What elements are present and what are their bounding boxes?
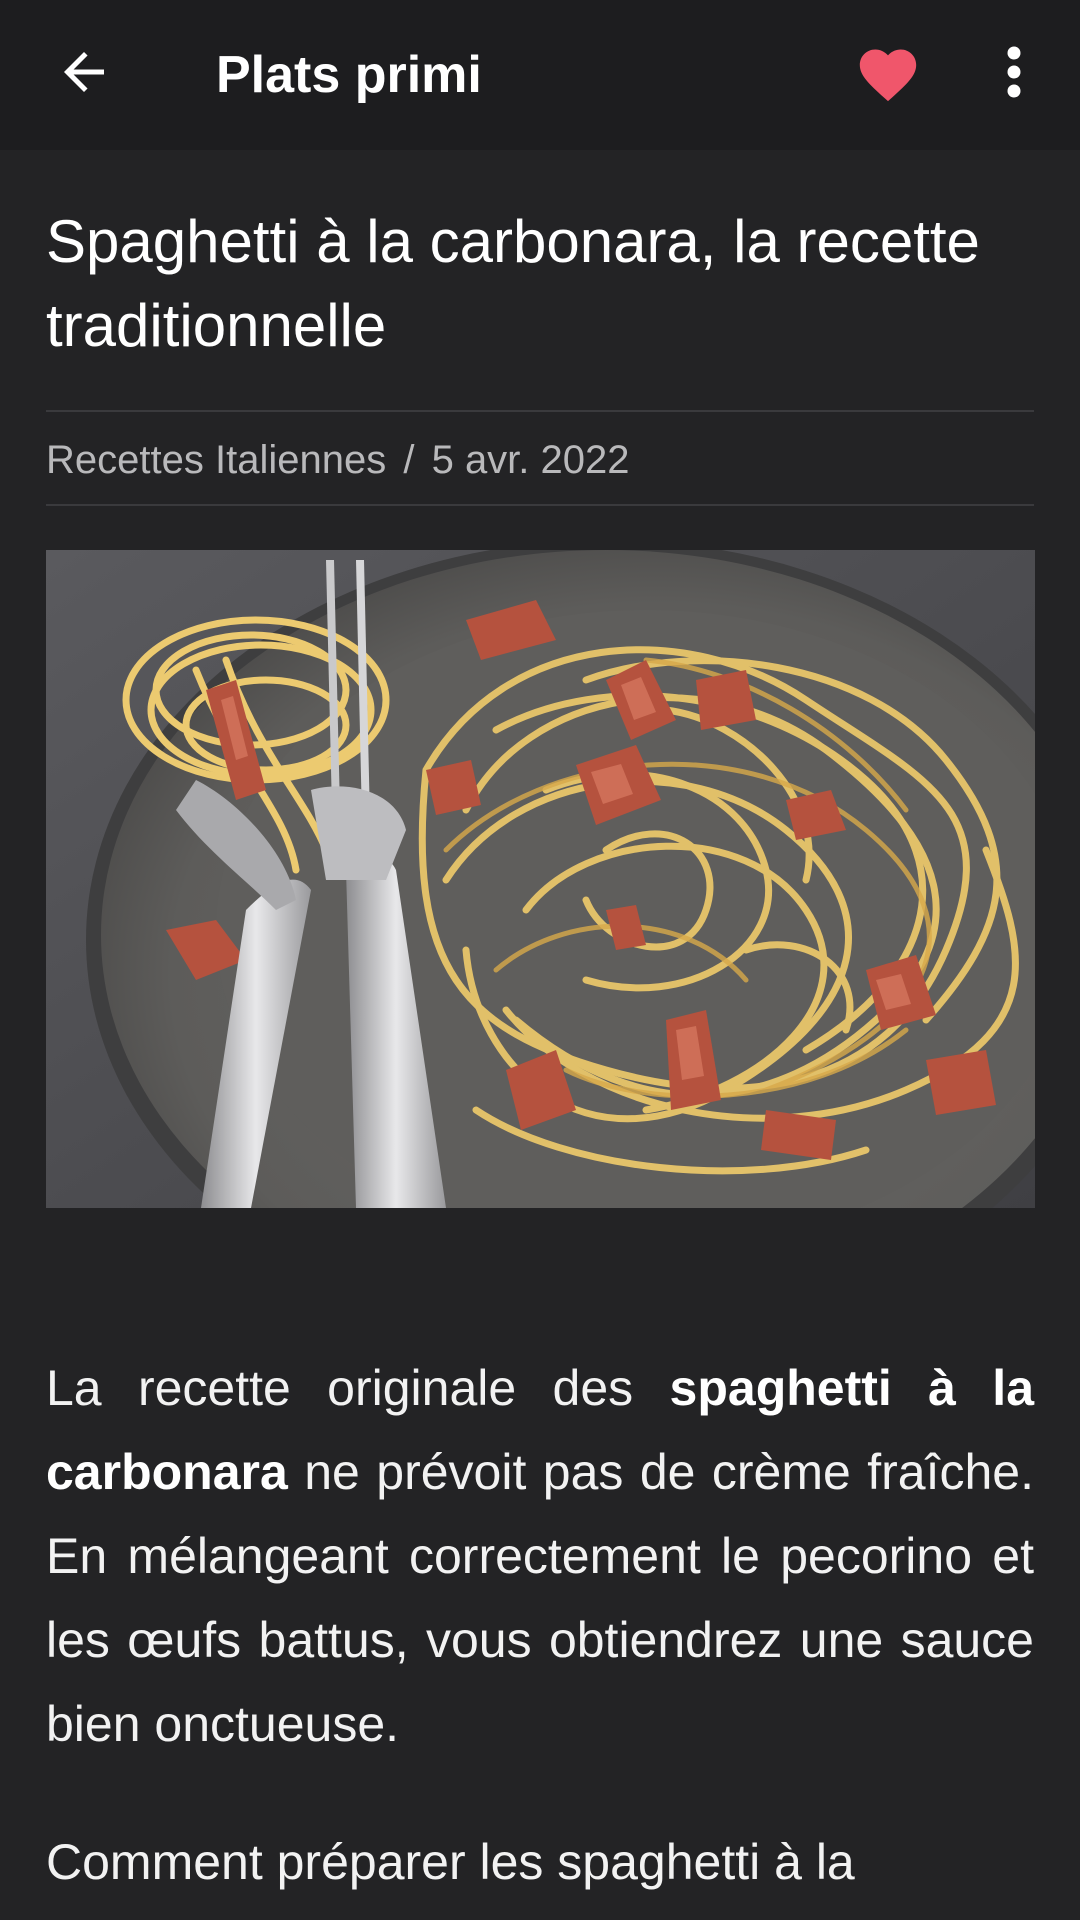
divider — [46, 504, 1034, 506]
app-bar-title: Plats primi — [216, 46, 482, 104]
favorite-button[interactable] — [852, 36, 924, 108]
article-paragraph: La recette originale des spaghetti à la … — [46, 1346, 1034, 1766]
carbonara-illustration — [46, 550, 1035, 1208]
heart-icon — [859, 49, 917, 102]
article-title: Spaghetti à la carbonara, la recette tra… — [46, 208, 980, 359]
more-options-button[interactable] — [990, 36, 1038, 108]
article-meta: Recettes Italiennes / 5 avr. 2022 — [46, 430, 630, 490]
recipe-article-screen: Plats primi Spaghetti à la carbonara, la… — [0, 0, 1080, 1920]
meta-separator: / — [403, 438, 415, 482]
paragraph-text: La recette originale des — [46, 1360, 670, 1416]
divider — [46, 410, 1034, 412]
article-paragraph: Comment préparer les spaghetti à la — [46, 1834, 855, 1890]
arrow-left-icon — [64, 52, 104, 92]
article-date: 5 avr. 2022 — [431, 438, 630, 482]
back-button[interactable] — [44, 32, 124, 112]
more-vertical-icon — [1007, 46, 1021, 98]
article-category[interactable]: Recettes Italiennes — [46, 438, 386, 482]
app-bar: Plats primi — [0, 0, 1080, 150]
recipe-image — [46, 550, 1035, 1208]
